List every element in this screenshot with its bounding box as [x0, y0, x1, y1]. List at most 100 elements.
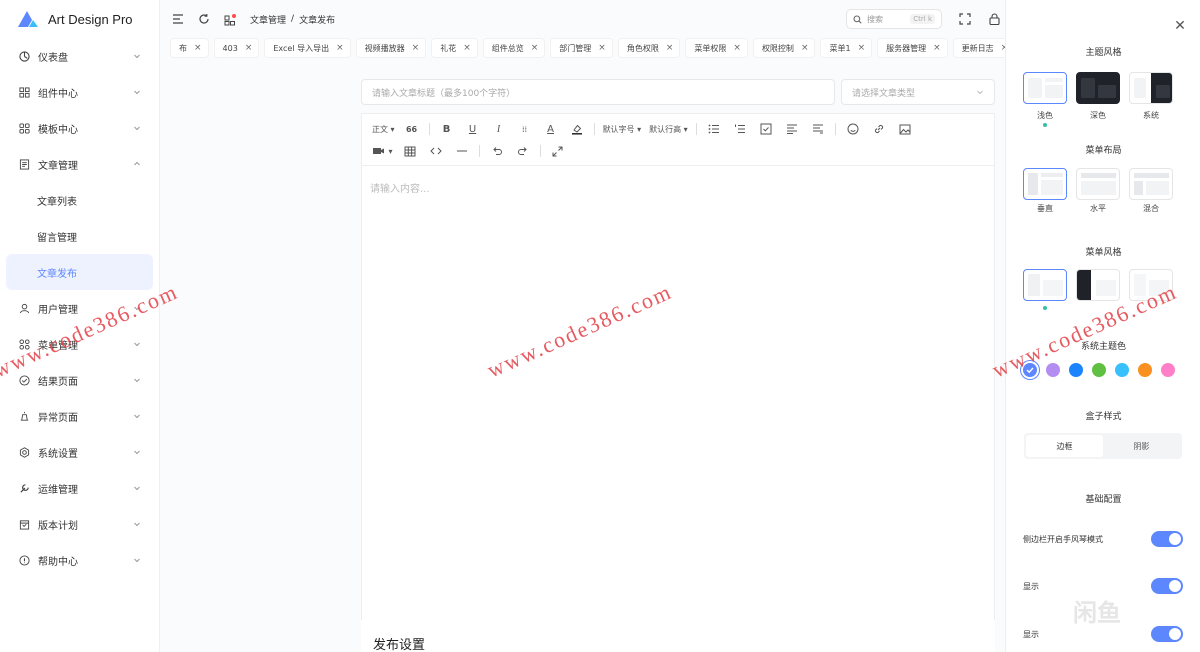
align-left-icon[interactable] — [779, 119, 805, 139]
layout-horizontal-option[interactable] — [1076, 168, 1120, 200]
sidebar-item-help[interactable]: 帮助中心 — [0, 542, 159, 578]
bold-button[interactable]: B — [434, 119, 460, 139]
sidebar-item-templates[interactable]: 模板中心 — [0, 110, 159, 146]
emoji-icon[interactable] — [840, 119, 866, 139]
lock-icon[interactable] — [986, 11, 1002, 27]
line-height-select[interactable]: 默认行高 ▾ — [645, 119, 692, 139]
worktab[interactable]: 布 × — [170, 38, 209, 58]
menu-style-light-option[interactable] — [1023, 269, 1067, 301]
theme-system-option[interactable] — [1129, 72, 1173, 104]
quote-button[interactable]: 66 — [399, 119, 425, 139]
bullet-list-icon[interactable] — [701, 119, 727, 139]
sidebar-item-users[interactable]: 用户管理 — [0, 290, 159, 326]
worktab[interactable]: 菜单权限 × — [685, 38, 748, 58]
box-style-shadow-option[interactable]: 阴影 — [1103, 435, 1180, 457]
close-icon[interactable]: × — [858, 43, 866, 53]
close-icon[interactable]: × — [598, 43, 606, 53]
sidebar-item-components[interactable]: 组件中心 — [0, 74, 159, 110]
close-icon[interactable]: × — [801, 43, 809, 53]
bg-color-icon[interactable] — [564, 119, 590, 139]
code-icon[interactable] — [423, 141, 449, 161]
link-icon[interactable] — [866, 119, 892, 139]
display-toggle[interactable] — [1151, 578, 1183, 594]
close-icon[interactable]: × — [194, 43, 202, 53]
more-styles-icon[interactable]: ⁞⁞ — [512, 119, 538, 139]
font-size-select[interactable]: 默认字号 ▾ — [599, 119, 646, 139]
worktab[interactable]: 视频播放器 × — [355, 38, 427, 58]
sidebar-item-ops[interactable]: 运维管理 — [0, 470, 159, 506]
todo-icon[interactable] — [753, 119, 779, 139]
close-icon[interactable]: × — [412, 43, 420, 53]
underline-button[interactable]: U — [460, 119, 486, 139]
worktab[interactable]: 服务器管理 × — [877, 38, 948, 58]
sidebar-item-roadmap[interactable]: 版本计划 — [0, 506, 159, 542]
color-swatch[interactable] — [1161, 363, 1175, 377]
sidebar-item-dashboard[interactable]: 仪表盘 — [0, 38, 159, 74]
worktab[interactable]: 菜单1 × — [820, 38, 873, 58]
color-swatch-selected[interactable] — [1023, 363, 1037, 377]
close-icon[interactable]: × — [666, 43, 674, 53]
layout-mixed-option[interactable] — [1129, 168, 1173, 200]
color-swatch[interactable] — [1138, 363, 1152, 377]
article-type-select[interactable]: 请选择文章类型 — [841, 79, 995, 105]
image-icon[interactable] — [892, 119, 918, 139]
search-box[interactable]: 搜索 Ctrl k — [846, 9, 942, 29]
sidebar-item-system-settings[interactable]: 系统设置 — [0, 434, 159, 470]
quick-entry-icon[interactable] — [222, 11, 238, 27]
menu-style-designed-option[interactable] — [1129, 269, 1173, 301]
worktab[interactable]: 部门管理 × — [550, 38, 613, 58]
color-swatch[interactable] — [1115, 363, 1129, 377]
menu-toggle-icon[interactable] — [170, 11, 186, 27]
close-icon[interactable]: × — [463, 43, 471, 53]
menu-style-dark-option[interactable] — [1076, 269, 1120, 301]
display-toggle[interactable] — [1151, 626, 1183, 642]
table-icon[interactable] — [397, 141, 423, 161]
worktab[interactable]: 权限控制 × — [752, 38, 816, 58]
worktab[interactable]: 礼花 × — [431, 38, 478, 58]
worktab[interactable]: 组件总览 × — [482, 38, 546, 58]
close-icon[interactable]: × — [336, 43, 344, 53]
sidebar-subitem-comments[interactable]: 留言管理 — [0, 218, 159, 254]
close-icon[interactable]: × — [531, 43, 539, 53]
theme-dark-option[interactable] — [1076, 72, 1120, 104]
sidebar-item-articles[interactable]: 文章管理 — [0, 146, 159, 182]
sidebar-item-results[interactable]: 结果页面 — [0, 362, 159, 398]
worktab[interactable]: 更新日志 × — [952, 38, 1005, 58]
sidebar-subitem-article-list[interactable]: 文章列表 — [0, 182, 159, 218]
indent-icon[interactable] — [805, 119, 831, 139]
close-icon[interactable]: ✕ — [1172, 18, 1188, 34]
font-color-icon[interactable]: A — [538, 119, 564, 139]
accordion-toggle[interactable] — [1151, 531, 1183, 547]
close-icon[interactable]: × — [733, 43, 741, 53]
refresh-icon[interactable] — [196, 11, 212, 27]
breadcrumb-item[interactable]: 文章管理 — [250, 13, 286, 26]
undo-icon[interactable] — [484, 141, 510, 161]
video-icon[interactable]: ▾ — [368, 141, 397, 161]
editor-content-area[interactable]: 请输入内容... — [361, 165, 995, 641]
sidebar-item-exceptions[interactable]: 异常页面 — [0, 398, 159, 434]
sidebar-subitem-publish[interactable]: 文章发布 — [6, 254, 153, 290]
article-title-input[interactable]: 请输入文章标题（最多100个字符） — [361, 79, 835, 105]
worktab-label: 403 — [222, 43, 238, 53]
close-icon[interactable]: × — [245, 43, 253, 53]
layout-vertical-option[interactable] — [1023, 168, 1067, 200]
redo-icon[interactable] — [510, 141, 536, 161]
italic-button[interactable]: I — [486, 119, 512, 139]
worktab[interactable]: 403 × — [213, 38, 260, 58]
fullscreen-editor-icon[interactable] — [545, 141, 571, 161]
theme-light-option[interactable] — [1023, 72, 1067, 104]
sidebar-subitem-label: 文章列表 — [37, 196, 77, 208]
fullscreen-icon[interactable] — [957, 11, 973, 27]
worktab[interactable]: 角色权限 × — [617, 38, 681, 58]
color-swatch[interactable] — [1046, 363, 1060, 377]
sidebar-item-menus[interactable]: 菜单管理 — [0, 326, 159, 362]
close-icon[interactable]: × — [933, 43, 941, 53]
worktab[interactable]: Excel 导入导出 × — [264, 38, 351, 58]
color-swatch[interactable] — [1069, 363, 1083, 377]
brand[interactable]: Art Design Pro — [0, 0, 159, 38]
color-swatch[interactable] — [1092, 363, 1106, 377]
divider-icon[interactable] — [449, 141, 475, 161]
ordered-list-icon[interactable] — [727, 119, 753, 139]
heading-select[interactable]: 正文 ▾ — [368, 119, 399, 139]
box-style-border-option[interactable]: 边框 — [1026, 435, 1103, 457]
